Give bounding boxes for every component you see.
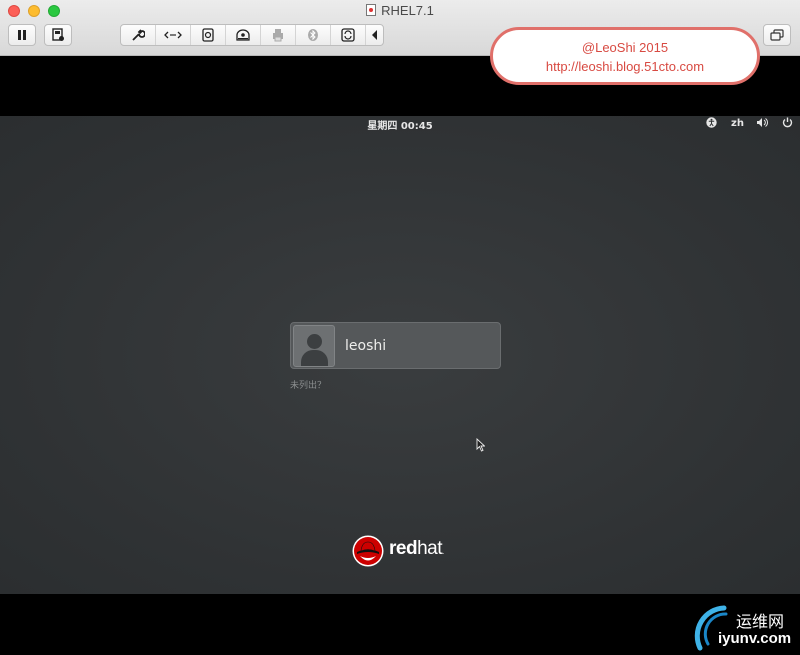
network-icon <box>164 31 182 39</box>
window-title: RHEL7.1 <box>0 3 800 18</box>
window-title-text: RHEL7.1 <box>381 3 434 18</box>
redhat-word-red: red <box>389 538 418 559</box>
vm-device-toolbar <box>120 24 384 46</box>
disk-icon <box>202 28 214 42</box>
top-bar-clock[interactable]: 星期四 00:45 <box>0 117 800 132</box>
volume-menu[interactable] <box>756 117 768 131</box>
wrench-icon <box>132 29 145 41</box>
volume-icon <box>757 118 768 127</box>
restore-window-icon <box>770 29 784 41</box>
redhat-shadowman-logo <box>352 535 384 567</box>
avatar <box>293 324 335 367</box>
snapshot-button[interactable] <box>44 24 72 46</box>
printer-tool-button[interactable] <box>261 25 296 45</box>
mouse-pointer-icon <box>476 438 485 452</box>
site-name-cn: 运维网 <box>736 612 785 631</box>
usb-sync-icon <box>341 28 355 42</box>
usb-sync-tool-button[interactable] <box>331 25 366 45</box>
accessibility-icon <box>706 117 717 128</box>
disk-tool-button[interactable] <box>191 25 226 45</box>
pause-icon <box>18 30 26 40</box>
fullscreen-button[interactable] <box>763 24 791 46</box>
cdrom-icon <box>236 29 250 41</box>
user-name: leoshi <box>345 337 387 354</box>
avatar-head <box>307 333 322 349</box>
cdrom-tool-button[interactable] <box>226 25 261 45</box>
vm-letterbox-bottom <box>0 594 800 655</box>
vm-document-icon <box>366 4 377 16</box>
snapshot-icon <box>52 28 64 41</box>
pause-vm-button[interactable] <box>8 24 36 46</box>
settings-tool-button[interactable] <box>121 25 156 45</box>
watermark-line-2: http://leoshi.blog.51cto.com <box>545 59 705 74</box>
not-listed-link[interactable]: 未列出？ <box>290 378 326 391</box>
redhat-trademark: . <box>442 547 444 556</box>
watermark-line-1: @LeoShi 2015 <box>581 40 669 55</box>
input-language-indicator[interactable]: zh <box>731 118 744 129</box>
redhat-word-hat: hat <box>417 538 442 559</box>
redhat-wordmark: redhat. <box>389 538 444 560</box>
user-list-item[interactable]: leoshi <box>290 322 501 369</box>
accessibility-menu[interactable] <box>706 117 717 131</box>
chevron-left-icon <box>371 30 377 40</box>
author-watermark: @LeoShi 2015 http://leoshi.blog.51cto.co… <box>490 27 760 85</box>
network-tool-button[interactable] <box>156 25 191 45</box>
toolbar-more-button[interactable] <box>366 25 383 45</box>
power-menu[interactable] <box>782 117 793 131</box>
power-icon <box>782 117 793 128</box>
printer-icon <box>273 29 283 42</box>
bluetooth-tool-button[interactable] <box>296 25 331 45</box>
bluetooth-icon <box>308 29 318 41</box>
site-name-en: iyunv.com <box>718 630 792 647</box>
avatar-body <box>301 349 328 366</box>
